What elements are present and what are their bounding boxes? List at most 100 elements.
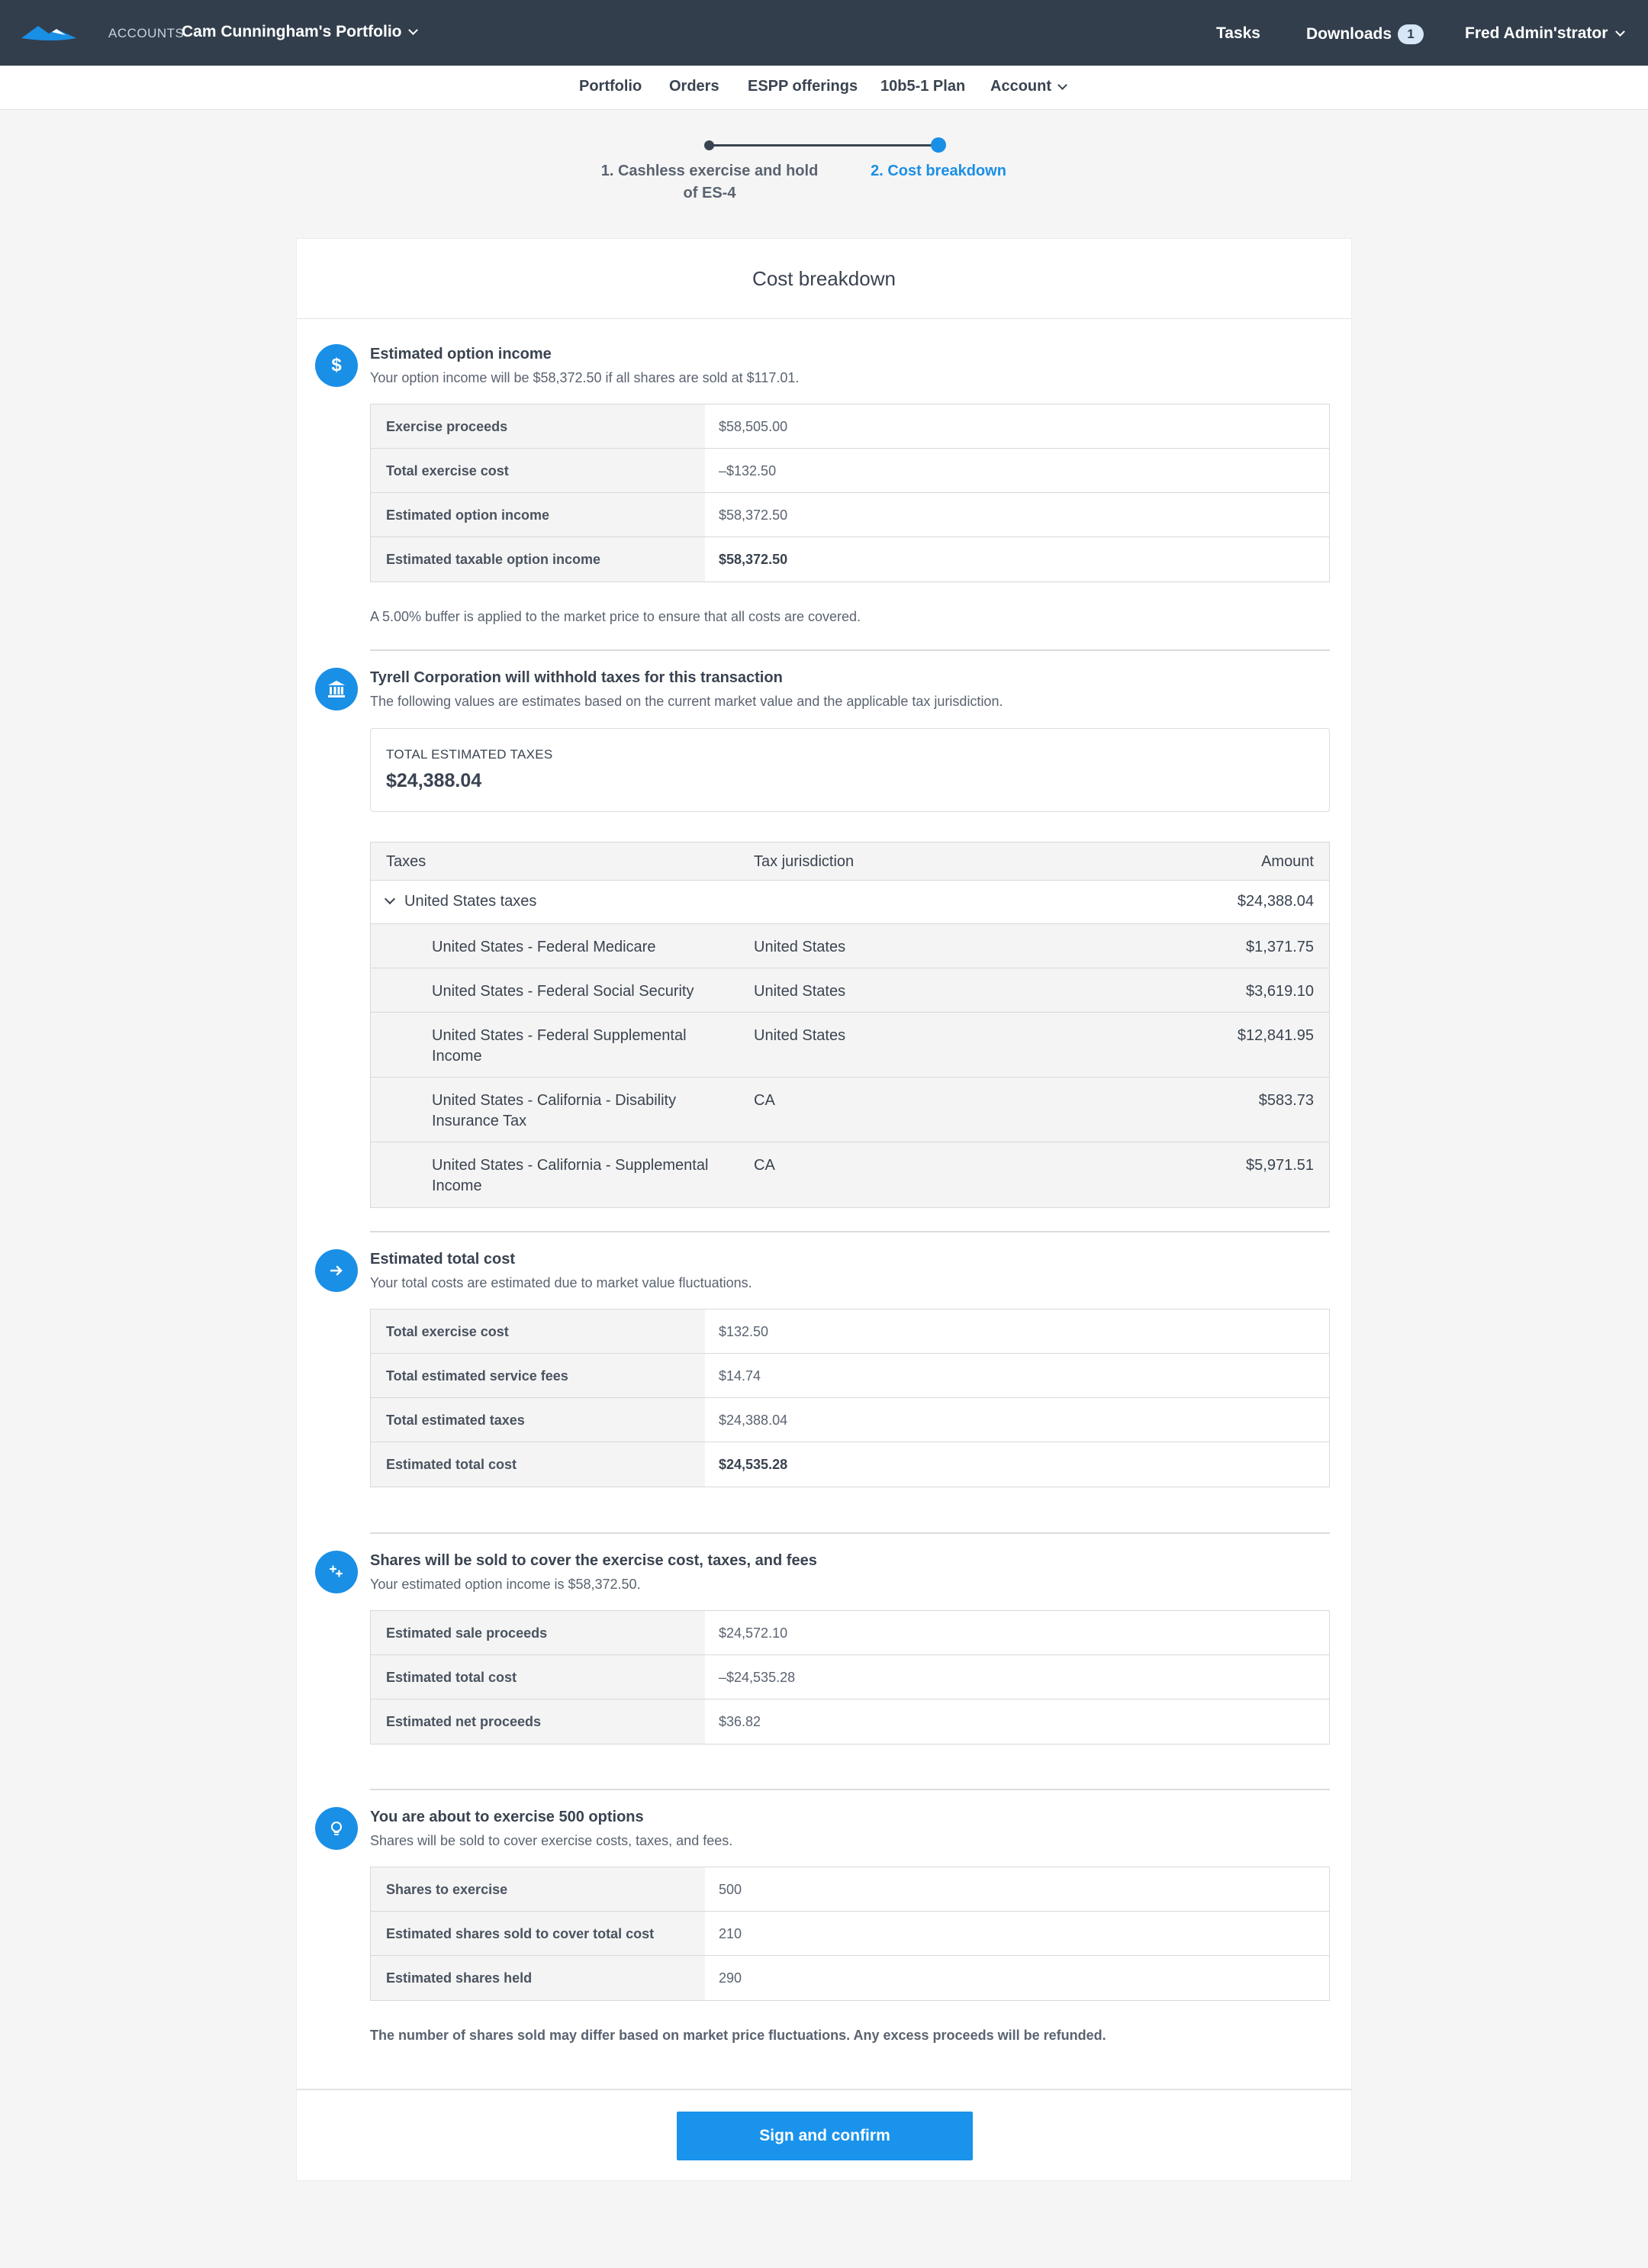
shares-sold-table: Estimated sale proceeds $24,572.10 Estim… [370, 1610, 1330, 1744]
stepper-line [710, 144, 938, 147]
chevron-down-icon[interactable] [384, 893, 396, 905]
nav-portfolio[interactable]: Portfolio [579, 78, 642, 95]
total-cost-subtitle: Your total costs are estimated due to ma… [370, 1275, 752, 1290]
row-value: 290 [719, 1970, 742, 1986]
table-row: United States - Federal Medicare United … [371, 924, 1329, 968]
chevron-down-icon [1057, 79, 1067, 90]
table-row: United States - California - Disability … [371, 1078, 1329, 1142]
tax-name: United States - California - Disability … [432, 1092, 677, 1129]
table-row: Estimated sale proceeds $24,572.10 [371, 1611, 1329, 1655]
column-header-taxes: Taxes [386, 853, 426, 870]
table-row: United States - Federal Social Security … [371, 968, 1329, 1013]
nav-orders[interactable]: Orders [669, 78, 719, 95]
downloads-link[interactable]: Downloads 1 [1306, 24, 1424, 44]
table-row: Estimated option income $58,372.50 [371, 493, 1329, 537]
table-row: Estimated total cost $24,535.28 [371, 1442, 1329, 1487]
taxes-title: Tyrell Corporation will withhold taxes f… [370, 669, 783, 686]
company-logo[interactable] [21, 21, 76, 43]
shares-sold-subtitle: Your estimated option income is $58,372.… [370, 1577, 641, 1592]
total-taxes-box: TOTAL ESTIMATED TAXES $24,388.04 [370, 728, 1330, 812]
step-1-label[interactable]: 1. Cashless exercise and hold of ES-4 [595, 160, 824, 205]
sub-navigation: Portfolio Orders ESPP offerings 10b5-1 P… [0, 66, 1648, 110]
row-value: $58,505.00 [719, 419, 788, 434]
tasks-label: Tasks [1216, 24, 1260, 42]
chevron-down-icon [407, 25, 418, 35]
nav-10b5-label: 10b5-1 Plan [880, 78, 966, 95]
table-row: Estimated shares sold to cover total cos… [371, 1912, 1329, 1956]
row-label: Estimated total cost [371, 1442, 705, 1487]
total-taxes-value: $24,388.04 [386, 770, 482, 791]
nav-espp-offerings[interactable]: ESPP offerings [748, 78, 858, 95]
exercise-subtitle: Shares will be sold to cover exercise co… [370, 1833, 733, 1848]
row-label: Estimated taxable option income [371, 537, 705, 581]
row-value: $14.74 [719, 1368, 761, 1384]
row-value: 500 [719, 1882, 742, 1897]
cost-breakdown-card: Cost breakdown $ Estimated option income… [296, 238, 1352, 2181]
table-row: Estimated net proceeds $36.82 [371, 1699, 1329, 1744]
chevron-down-icon [1615, 27, 1626, 37]
tax-name: United States - Federal Supplemental Inc… [432, 1027, 687, 1065]
step-1-dot[interactable] [704, 140, 714, 150]
table-row: Total exercise cost $132.50 [371, 1310, 1329, 1354]
tax-jurisdiction: CA [754, 1157, 775, 1174]
nav-orders-label: Orders [669, 78, 719, 95]
row-label: Total estimated service fees [371, 1354, 705, 1397]
tax-name: United States - Federal Medicare [432, 939, 656, 955]
row-value: $24,572.10 [719, 1625, 788, 1641]
row-value: –$132.50 [719, 463, 777, 478]
refund-note: The number of shares sold may differ bas… [370, 2028, 1106, 2043]
row-label: Estimated option income [371, 493, 705, 536]
section-divider [370, 1532, 1330, 1534]
row-label: Estimated shares held [371, 1956, 705, 2000]
tax-amount: $5,971.51 [1246, 1157, 1314, 1174]
row-value: –$24,535.28 [719, 1670, 796, 1685]
tax-group-jurisdiction [754, 881, 1074, 923]
nav-10b5-plan[interactable]: 10b5-1 Plan [880, 78, 965, 95]
section-divider [370, 1231, 1330, 1232]
option-income-title: Estimated option income [370, 346, 552, 362]
tax-name: United States - Federal Social Security [432, 983, 694, 1000]
table-row: Shares to exercise 500 [371, 1867, 1329, 1912]
row-value: $24,388.04 [719, 1413, 788, 1428]
tax-group-amount: $24,388.04 [1237, 893, 1314, 910]
buffer-note: A 5.00% buffer is applied to the market … [370, 609, 861, 624]
tax-amount: $1,371.75 [1246, 939, 1314, 955]
tax-jurisdiction: United States [754, 1027, 846, 1044]
row-value: $36.82 [719, 1714, 761, 1729]
column-header-amount: Amount [1261, 853, 1314, 870]
total-cost-title: Estimated total cost [370, 1251, 516, 1268]
accounts-label: ACCOUNTS [108, 26, 185, 40]
tax-amount: $583.73 [1258, 1092, 1314, 1109]
exercise-title: You are about to exercise 500 options [370, 1809, 644, 1825]
tax-amount: $12,841.95 [1237, 1027, 1314, 1044]
table-row: Estimated shares held 290 [371, 1956, 1329, 2000]
table-row: Estimated taxable option income $58,372.… [371, 537, 1329, 581]
downloads-count-badge: 1 [1398, 24, 1424, 44]
tax-name: United States - California - Supplementa… [432, 1157, 709, 1194]
row-value: 210 [719, 1926, 742, 1941]
tax-jurisdiction: United States [754, 939, 846, 955]
step-2-dot [931, 137, 946, 153]
total-taxes-label: TOTAL ESTIMATED TAXES [386, 747, 553, 762]
card-title: Cost breakdown [297, 239, 1351, 319]
section-divider [370, 1789, 1330, 1790]
row-label: Estimated net proceeds [371, 1699, 705, 1744]
nav-portfolio-label: Portfolio [579, 78, 642, 95]
portfolio-name: Cam Cunningham's Portfolio [182, 23, 402, 40]
nav-account[interactable]: Account [990, 78, 1067, 95]
user-menu[interactable]: Fred Admin'strator [1465, 24, 1626, 43]
row-label: Estimated sale proceeds [371, 1611, 705, 1654]
tasks-link[interactable]: Tasks [1216, 24, 1260, 43]
card-footer-divider [297, 2089, 1351, 2090]
row-value: $24,535.28 [719, 1457, 788, 1472]
sign-and-confirm-button[interactable]: Sign and confirm [677, 2112, 973, 2160]
split-icon [315, 1551, 358, 1593]
lightbulb-icon [315, 1807, 358, 1850]
step-2-label: 2. Cost breakdown [871, 163, 1006, 179]
portfolio-selector[interactable]: Cam Cunningham's Portfolio [182, 23, 418, 41]
tax-jurisdiction: United States [754, 983, 846, 1000]
row-label: Estimated shares sold to cover total cos… [371, 1912, 705, 1955]
tax-jurisdiction: CA [754, 1092, 775, 1109]
shares-sold-title: Shares will be sold to cover the exercis… [370, 1552, 817, 1569]
tax-group-row[interactable]: United States taxes $24,388.04 [371, 881, 1329, 924]
